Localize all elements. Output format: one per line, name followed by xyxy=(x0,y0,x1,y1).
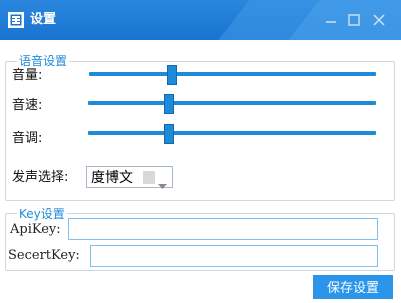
dropdown-arrow-icon[interactable] xyxy=(158,175,167,194)
window-title: 设置 xyxy=(30,12,57,27)
save-settings-button[interactable]: 保存设置 xyxy=(313,275,393,299)
speed-slider-thumb[interactable] xyxy=(163,94,174,114)
app-icon xyxy=(8,12,24,28)
minimize-icon[interactable] xyxy=(324,13,338,27)
speaker-select-fade xyxy=(143,171,155,184)
pitch-slider-track[interactable] xyxy=(88,131,376,135)
voice-settings-title: 语音设置 xyxy=(17,54,70,68)
volume-label: 音量: xyxy=(12,68,43,83)
pitch-label: 音调: xyxy=(12,131,43,146)
volume-slider-thumb[interactable] xyxy=(167,65,178,85)
secret-key-label: SecertKey: xyxy=(8,248,80,263)
pitch-slider-thumb[interactable] xyxy=(163,124,174,144)
key-settings-title: Key设置 xyxy=(17,207,67,221)
settings-window: 设置 语音设置 音量: 音速: 音调: 发声选择: 度博文 Key设置 ApiK… xyxy=(0,0,401,303)
speaker-select[interactable]: 度博文 xyxy=(86,166,173,189)
title-bar[interactable]: 设置 xyxy=(0,0,401,40)
speed-label: 音速: xyxy=(12,98,43,113)
maximize-icon[interactable] xyxy=(347,13,361,27)
speaker-select-value: 度博文 xyxy=(91,170,133,186)
secret-key-input[interactable] xyxy=(90,245,378,267)
speed-slider-track[interactable] xyxy=(88,101,376,105)
api-key-label: ApiKey: xyxy=(10,222,61,237)
speaker-label: 发声选择: xyxy=(12,170,69,185)
api-key-input[interactable] xyxy=(68,218,378,240)
volume-slider-track[interactable] xyxy=(89,72,376,76)
close-icon[interactable] xyxy=(372,13,386,27)
